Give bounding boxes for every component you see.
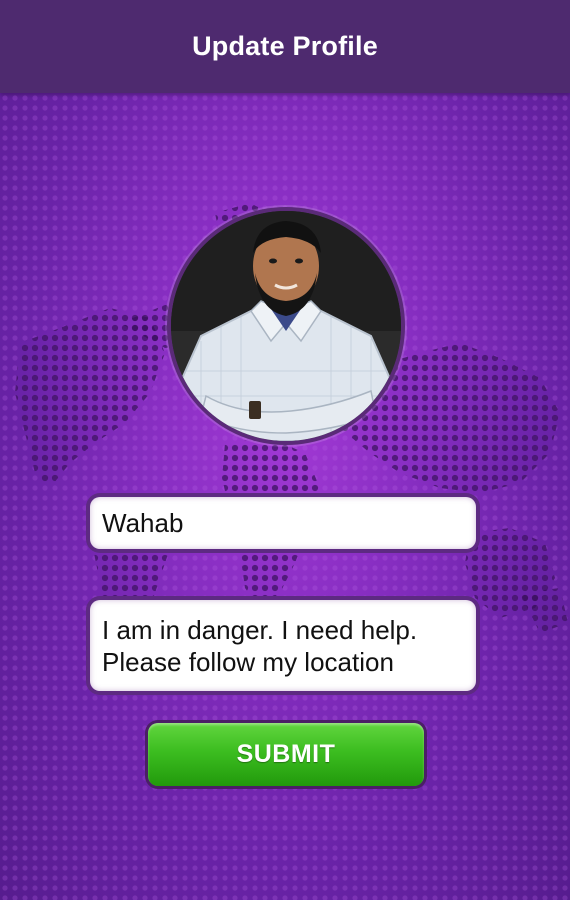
user-photo-icon <box>171 211 401 441</box>
app-bar: Update Profile <box>0 0 570 93</box>
submit-button[interactable]: SUBMIT <box>148 723 424 786</box>
page-title: Update Profile <box>192 31 378 61</box>
name-field[interactable]: Wahab <box>90 497 476 549</box>
message-field[interactable]: I am in danger. I need help. Please foll… <box>90 600 476 691</box>
profile-avatar[interactable] <box>167 207 405 445</box>
